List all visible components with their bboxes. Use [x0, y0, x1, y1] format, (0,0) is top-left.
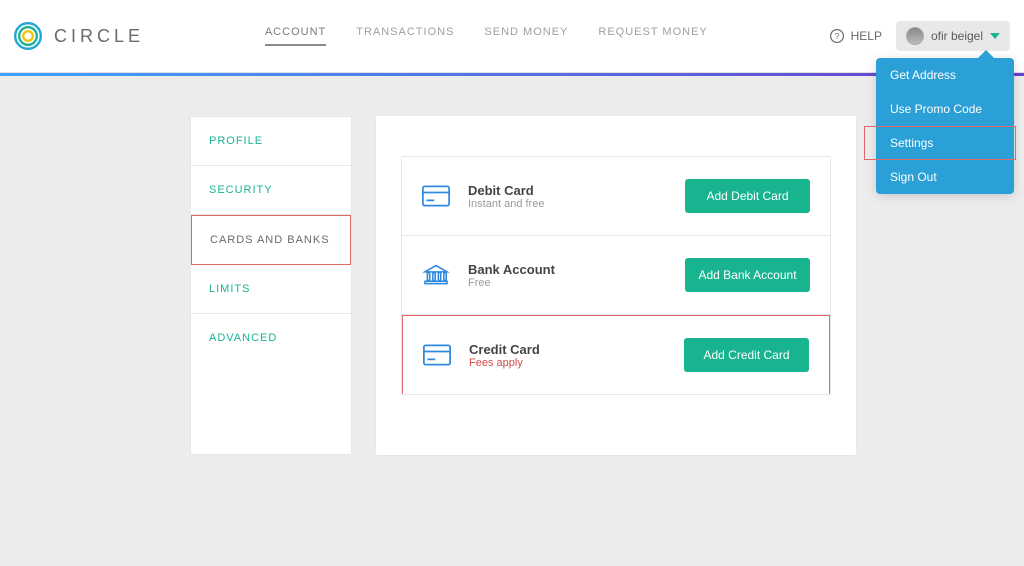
help-label: HELP	[851, 29, 882, 43]
logo[interactable]: CIRCLE	[12, 20, 144, 52]
svg-text:?: ?	[834, 32, 839, 41]
user-dropdown: Get Address Use Promo Code Settings Sign…	[876, 58, 1014, 194]
sidebar-item-security[interactable]: SECURITY	[191, 166, 351, 215]
dropdown-sign-out[interactable]: Sign Out	[876, 160, 1014, 194]
help-link[interactable]: ? HELP	[829, 28, 882, 44]
row-bank-account: Bank Account Free Add Bank Account	[402, 236, 830, 315]
sidebar-item-advanced[interactable]: ADVANCED	[191, 314, 351, 362]
add-bank-account-button[interactable]: Add Bank Account	[685, 258, 810, 292]
cards-and-banks-panel: Debit Card Instant and free Add Debit Ca…	[376, 116, 856, 455]
nav-transactions[interactable]: TRANSACTIONS	[356, 26, 454, 46]
add-credit-card-button[interactable]: Add Credit Card	[684, 338, 809, 372]
nav-request-money[interactable]: REQUEST MONEY	[598, 26, 707, 46]
header: CIRCLE ACCOUNT TRANSACTIONS SEND MONEY R…	[0, 0, 1024, 73]
add-debit-card-button[interactable]: Add Debit Card	[685, 179, 810, 213]
funding-options-list: Debit Card Instant and free Add Debit Ca…	[401, 156, 831, 395]
sidebar-item-cards-and-banks[interactable]: CARDS AND BANKS	[191, 215, 351, 265]
top-nav: ACCOUNT TRANSACTIONS SEND MONEY REQUEST …	[144, 26, 829, 46]
card-icon	[422, 185, 450, 207]
credit-sub: Fees apply	[469, 357, 666, 369]
brand-name: CIRCLE	[54, 26, 144, 47]
debit-sub: Instant and free	[468, 198, 667, 210]
credit-title: Credit Card	[469, 342, 666, 357]
avatar	[906, 27, 924, 45]
user-name: ofir beigel	[931, 29, 983, 43]
dropdown-get-address[interactable]: Get Address	[876, 58, 1014, 92]
main: PROFILE SECURITY CARDS AND BANKS LIMITS …	[0, 76, 1024, 455]
bank-title: Bank Account	[468, 262, 667, 277]
sidebar-item-profile[interactable]: PROFILE	[191, 117, 351, 166]
debit-title: Debit Card	[468, 183, 667, 198]
circle-logo-icon	[12, 20, 44, 52]
sidebar-item-limits[interactable]: LIMITS	[191, 265, 351, 314]
row-debit-card: Debit Card Instant and free Add Debit Ca…	[402, 157, 830, 236]
settings-sidebar: PROFILE SECURITY CARDS AND BANKS LIMITS …	[190, 116, 352, 455]
chevron-down-icon	[990, 33, 1000, 39]
card-icon	[423, 344, 451, 366]
dropdown-settings[interactable]: Settings	[876, 126, 1014, 160]
bank-sub: Free	[468, 277, 667, 289]
nav-account[interactable]: ACCOUNT	[265, 26, 326, 46]
help-icon: ?	[829, 28, 845, 44]
nav-send-money[interactable]: SEND MONEY	[484, 26, 568, 46]
row-credit-card: Credit Card Fees apply Add Credit Card	[402, 315, 830, 394]
dropdown-use-promo-code[interactable]: Use Promo Code	[876, 92, 1014, 126]
bank-icon	[422, 264, 450, 286]
user-menu-toggle[interactable]: ofir beigel	[896, 21, 1010, 51]
